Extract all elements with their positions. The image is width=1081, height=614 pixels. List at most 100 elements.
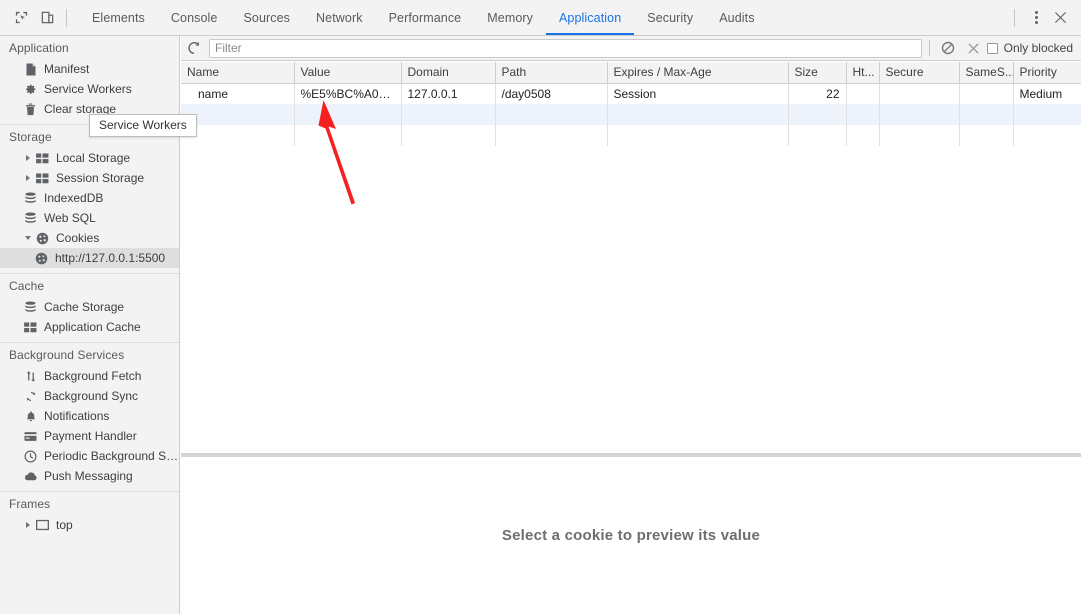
cell-empty[interactable]: [294, 104, 402, 125]
column-header-path[interactable]: Path: [495, 62, 608, 84]
clear-all-no-entry-icon[interactable]: [935, 36, 961, 60]
cell-priority[interactable]: Medium: [1013, 83, 1081, 104]
empty-state-message: Select a cookie to preview its value: [501, 527, 761, 544]
tooltip: Service Workers: [89, 114, 197, 137]
cell-secure[interactable]: [879, 83, 960, 104]
sidebar-item-notifications[interactable]: Notifications: [0, 406, 179, 426]
sidebar-item-background-sync[interactable]: Background Sync: [0, 386, 179, 406]
column-header-name[interactable]: Name: [181, 62, 295, 84]
column-header-priority[interactable]: Priority: [1013, 62, 1081, 84]
cell-empty[interactable]: [181, 104, 295, 125]
column-header-samesite[interactable]: SameS...: [959, 62, 1014, 84]
cell-empty[interactable]: [1013, 104, 1081, 125]
table-row[interactable]: name %E5%BC%A0%E... 127.0.0.1 /day0508 S…: [181, 83, 1081, 104]
cell-expires[interactable]: Session: [607, 83, 789, 104]
cell-empty[interactable]: [495, 104, 608, 125]
sidebar-item-cookie-origin[interactable]: http://127.0.0.1:5500: [0, 248, 179, 268]
chevron-right-icon[interactable]: [22, 522, 33, 528]
sidebar-item-label: Background Sync: [44, 389, 139, 403]
cell-value[interactable]: %E5%BC%A0%E...: [294, 83, 402, 104]
table-new-row[interactable]: [181, 104, 1081, 125]
checkbox-box[interactable]: [986, 42, 998, 54]
cell-empty[interactable]: [788, 104, 847, 125]
column-header-httponly[interactable]: Ht...: [846, 62, 880, 84]
column-header-secure[interactable]: Secure: [879, 62, 960, 84]
sidebar-item-label: Service Workers: [44, 82, 132, 96]
cookies-toolbar: Only blocked: [181, 36, 1081, 61]
sidebar-item-cookies[interactable]: Cookies: [0, 228, 179, 248]
database-icon: [22, 300, 39, 314]
filter-input[interactable]: [209, 38, 922, 58]
sidebar-item-local-storage[interactable]: Local Storage: [0, 148, 179, 168]
cookies-table-wrapper[interactable]: Name Value Domain Path Expires / Max-Age…: [181, 62, 1081, 453]
tab-elements[interactable]: Elements: [79, 0, 158, 35]
tab-network[interactable]: Network: [303, 0, 376, 35]
sidebar-item-push-messaging[interactable]: Push Messaging: [0, 466, 179, 486]
sidebar-item-label: Local Storage: [56, 151, 131, 165]
cookie-icon: [33, 252, 50, 265]
sidebar-item-payment-handler[interactable]: Payment Handler: [0, 426, 179, 446]
cookie-preview-pane: Select a cookie to preview its value: [181, 457, 1081, 614]
database-icon: [22, 191, 39, 205]
devtools-tabbar: Elements Console Sources Network Perform…: [0, 0, 1081, 36]
close-icon[interactable]: [1047, 5, 1073, 31]
sidebar-item-application-cache[interactable]: Application Cache: [0, 317, 179, 337]
cell-empty[interactable]: [401, 104, 496, 125]
tab-performance[interactable]: Performance: [376, 0, 475, 35]
sidebar-item-label: Payment Handler: [44, 429, 137, 443]
sidebar-item-session-storage[interactable]: Session Storage: [0, 168, 179, 188]
manifest-document-icon: [22, 63, 39, 76]
cell-empty[interactable]: [846, 104, 880, 125]
sidebar-item-web-sql[interactable]: Web SQL: [0, 208, 179, 228]
cell-empty[interactable]: [959, 104, 1014, 125]
sidebar-item-service-workers[interactable]: Service Workers: [0, 79, 179, 99]
sidebar-item-periodic-background-sync[interactable]: Periodic Background Sync: [0, 446, 179, 466]
cell-name[interactable]: name: [181, 83, 295, 104]
column-header-size[interactable]: Size: [788, 62, 847, 84]
cell-path[interactable]: /day0508: [495, 83, 608, 104]
cell-filler: [1013, 125, 1081, 146]
sidebar-item-manifest[interactable]: Manifest: [0, 59, 179, 79]
table-grid-icon: [34, 152, 51, 164]
sidebar-item-label: Manifest: [44, 62, 90, 76]
column-header-domain[interactable]: Domain: [401, 62, 496, 84]
cell-filler: [607, 125, 789, 146]
device-toolbar-icon[interactable]: [34, 5, 60, 31]
sidebar-item-label: Cookies: [56, 231, 100, 245]
tab-console[interactable]: Console: [158, 0, 231, 35]
only-blocked-checkbox[interactable]: Only blocked: [986, 41, 1081, 55]
gear-icon: [22, 83, 39, 96]
tab-security[interactable]: Security: [634, 0, 706, 35]
cell-empty[interactable]: [879, 104, 960, 125]
sidebar-item-cache-storage[interactable]: Cache Storage: [0, 297, 179, 317]
inspect-element-icon[interactable]: [8, 5, 34, 31]
tab-label: Security: [647, 10, 694, 25]
column-header-value[interactable]: Value: [294, 62, 402, 84]
sidebar-item-label: Web SQL: [44, 211, 96, 225]
cell-domain[interactable]: 127.0.0.1: [401, 83, 496, 104]
clock-icon: [22, 450, 39, 463]
delete-x-icon[interactable]: [961, 36, 987, 60]
chevron-down-icon[interactable]: [22, 236, 33, 240]
refresh-icon[interactable]: [181, 36, 207, 60]
cell-size[interactable]: 22: [788, 83, 847, 104]
column-header-expires[interactable]: Expires / Max-Age: [607, 62, 789, 84]
sidebar-item-frame-top[interactable]: top: [0, 515, 179, 535]
cell-filler: [294, 125, 402, 146]
cell-empty[interactable]: [607, 104, 789, 125]
kebab-menu-icon[interactable]: [1025, 6, 1047, 30]
cell-filler: [846, 125, 880, 146]
chevron-right-icon[interactable]: [22, 155, 33, 161]
tab-label: Application: [559, 10, 622, 25]
tab-label: Performance: [388, 10, 462, 25]
sidebar-item-label: Push Messaging: [44, 469, 133, 483]
chevron-right-icon[interactable]: [22, 175, 33, 181]
sidebar-item-indexeddb[interactable]: IndexedDB: [0, 188, 179, 208]
tab-memory[interactable]: Memory: [474, 0, 546, 35]
sidebar-item-background-fetch[interactable]: Background Fetch: [0, 366, 179, 386]
cell-httponly[interactable]: [846, 83, 880, 104]
tab-application[interactable]: Application: [546, 0, 635, 35]
tab-sources[interactable]: Sources: [230, 0, 303, 35]
cell-samesite[interactable]: [959, 83, 1014, 104]
tab-audits[interactable]: Audits: [706, 0, 767, 35]
